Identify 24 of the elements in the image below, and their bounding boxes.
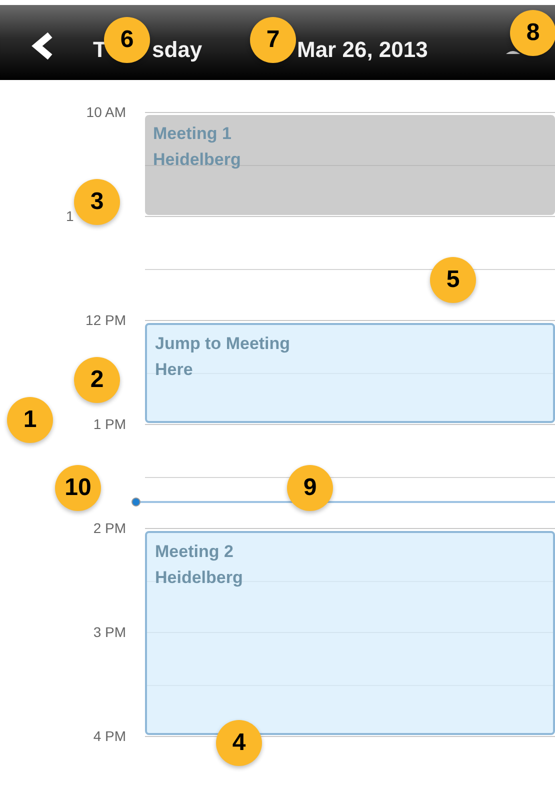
date-title[interactable]: Mar 26, 2013 (297, 33, 428, 66)
callout-marker: 5 (430, 257, 476, 303)
callout-marker: 4 (216, 720, 262, 766)
event-location: Here (155, 359, 194, 381)
toolbar-icon[interactable] (506, 48, 520, 54)
hour-label: 4 PM (93, 727, 126, 745)
callout-marker: 10 (55, 465, 101, 511)
callout-marker: 3 (74, 179, 120, 225)
event-location: Heidelberg (153, 149, 242, 171)
hour-label: 1 PM (93, 415, 126, 433)
hour-label: 12 PM (86, 311, 126, 329)
event-title: Jump to Meeting (155, 333, 292, 355)
day-title[interactable]: sday (152, 33, 202, 66)
hour-label: 1 (66, 207, 74, 225)
callout-marker: 1 (7, 397, 53, 443)
hour-label: 10 AM (86, 103, 126, 121)
callout-marker: 9 (287, 465, 333, 511)
event-title: Meeting 1 (153, 123, 232, 145)
day-title[interactable]: T (93, 33, 106, 66)
event-location: Heidelberg (155, 567, 244, 589)
callout-marker: 2 (74, 357, 120, 403)
hour-label: 3 PM (93, 623, 126, 641)
event-title: Meeting 2 (155, 541, 234, 563)
hour-label: 2 PM (93, 519, 126, 537)
